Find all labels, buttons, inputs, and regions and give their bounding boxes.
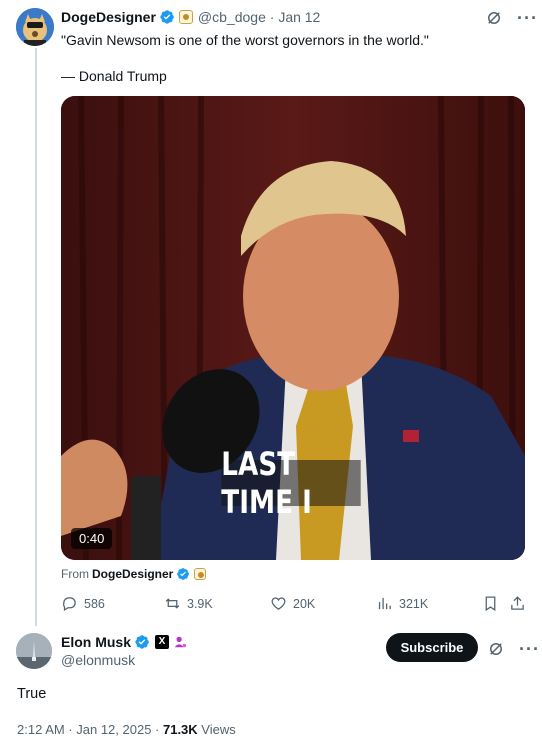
main-author-handle: @elonmusk (61, 652, 136, 668)
more-dots-icon[interactable]: ··· (517, 9, 538, 27)
post-views-label: Views (197, 722, 236, 737)
from-name[interactable]: DogeDesigner (92, 567, 173, 581)
affiliate-badge-icon (178, 10, 193, 24)
views-chart-icon (378, 597, 391, 610)
video-player[interactable]: LAST TIME I 0:40 (61, 96, 525, 560)
repost-icon (165, 598, 180, 609)
grok-icon[interactable] (487, 640, 505, 658)
repost-count: 3.9K (187, 596, 213, 611)
main-header-actions: ··· (487, 640, 540, 658)
quoted-header-actions: ··· (485, 9, 538, 27)
main-post-text: True (17, 686, 47, 702)
x-affiliate-icon: X (155, 635, 170, 649)
bookmark-button[interactable] (482, 595, 499, 612)
views-count: 321K (399, 596, 429, 611)
reply-icon (63, 597, 76, 612)
government-badge-icon (174, 636, 187, 648)
bookmark-icon (485, 596, 496, 612)
quoted-post-date[interactable]: Jan 12 (278, 9, 320, 25)
views-button[interactable]: 321K (376, 595, 428, 612)
verified-badge-icon (177, 568, 190, 580)
thread-connector-line (35, 48, 37, 626)
heart-icon (271, 597, 286, 610)
main-author-name[interactable]: Elon Musk (61, 634, 131, 650)
quoted-author-name[interactable]: DogeDesigner (61, 9, 156, 25)
affiliate-badge-icon (194, 568, 207, 580)
quoted-post-header: DogeDesigner @cb_doge · Jan 12 (61, 9, 320, 25)
post-views-count: 71.3K (162, 722, 198, 737)
share-icon (511, 596, 524, 610)
video-source-attribution: From DogeDesigner (61, 567, 207, 581)
share-button[interactable] (509, 595, 526, 612)
elon-avatar[interactable] (16, 633, 52, 669)
verified-badge-icon (135, 635, 149, 649)
verified-badge-icon (160, 10, 174, 24)
like-count: 20K (293, 596, 316, 611)
post-timestamp[interactable]: 2:12 AM · Jan 12, 2025 · (17, 722, 163, 737)
quoted-post-action-bar: 586 3.9K 20K 321K (61, 595, 531, 613)
repost-button[interactable]: 3.9K (164, 595, 213, 612)
subscribe-button[interactable]: Subscribe (386, 633, 478, 662)
doge-avatar[interactable] (16, 8, 54, 46)
main-post-meta: 2:12 AM · Jan 12, 2025 · 71.3K Views (17, 722, 236, 737)
video-caption: LAST TIME I (221, 445, 361, 521)
like-button[interactable]: 20K (270, 595, 315, 612)
more-dots-icon[interactable]: ··· (519, 640, 540, 658)
quoted-post-text-line2: — Donald Trump (61, 68, 167, 84)
quoted-post-text-line1: "Gavin Newsom is one of the worst govern… (61, 32, 429, 48)
grok-icon[interactable] (485, 9, 503, 27)
reply-count: 586 (84, 596, 105, 611)
reply-button[interactable]: 586 (61, 595, 105, 612)
main-post-header: Elon Musk X (61, 634, 187, 650)
video-duration: 0:40 (71, 528, 113, 549)
quoted-author-handle: @cb_doge · Jan 12 (197, 9, 321, 25)
from-label: From (61, 567, 89, 581)
